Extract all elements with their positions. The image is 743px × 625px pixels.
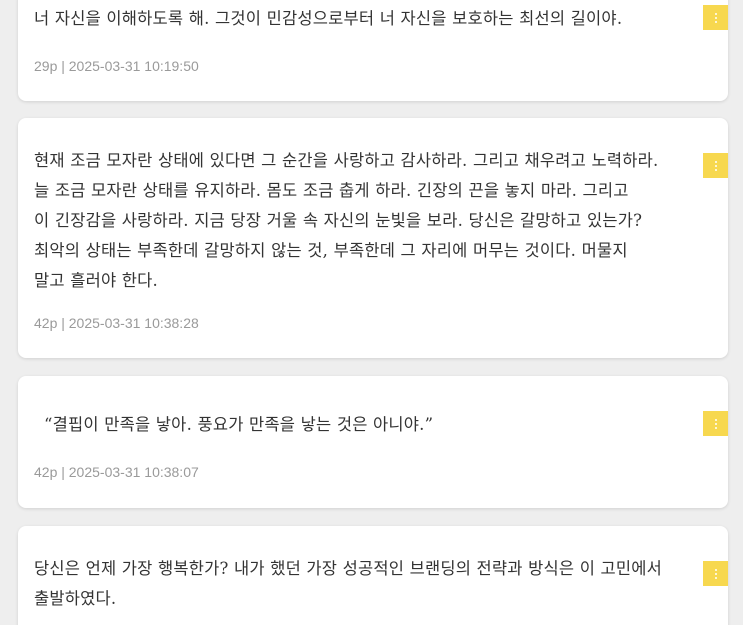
note-quote: 너 자신을 이해하도록 해. 그것이 민감성으로부터 너 자신을 보호하는 최선… — [34, 9, 623, 28]
note-card[interactable]: 너 자신을 이해하도록 해. 그것이 민감성으로부터 너 자신을 보호하는 최선… — [18, 0, 728, 101]
kebab-vertical-icon — [714, 418, 717, 429]
kebab-vertical-icon — [714, 160, 717, 171]
note-menu-button[interactable] — [703, 561, 728, 586]
note-quote: “결핍이 만족을 낳아. 풍요가 만족을 낳는 것은 아니야.” — [44, 415, 434, 434]
note-card[interactable]: 당신은 언제 가장 행복한가? 내가 했던 가장 성공적인 브랜딩의 전략과 방… — [18, 526, 728, 625]
kebab-vertical-icon — [714, 12, 717, 23]
note-meta: 29p | 2025-03-31 10:19:50 — [34, 58, 199, 74]
note-quote: 현재 조금 모자란 상태에 있다면 그 순간을 사랑하고 감사하라. 그리고 채… — [34, 151, 659, 290]
kebab-vertical-icon — [714, 568, 717, 579]
note-menu-button[interactable] — [703, 153, 728, 178]
note-card[interactable]: 현재 조금 모자란 상태에 있다면 그 순간을 사랑하고 감사하라. 그리고 채… — [18, 118, 728, 358]
note-menu-button[interactable] — [703, 5, 728, 30]
note-meta: 42p | 2025-03-31 10:38:07 — [34, 464, 199, 480]
note-card[interactable]: “결핍이 만족을 낳아. 풍요가 만족을 낳는 것은 아니야.” 42p | 2… — [18, 376, 728, 508]
note-meta: 42p | 2025-03-31 10:38:28 — [34, 315, 199, 331]
note-quote: 당신은 언제 가장 행복한가? 내가 했던 가장 성공적인 브랜딩의 전략과 방… — [34, 559, 663, 608]
note-list: 너 자신을 이해하도록 해. 그것이 민감성으로부터 너 자신을 보호하는 최선… — [0, 0, 743, 625]
note-menu-button[interactable] — [703, 411, 728, 436]
